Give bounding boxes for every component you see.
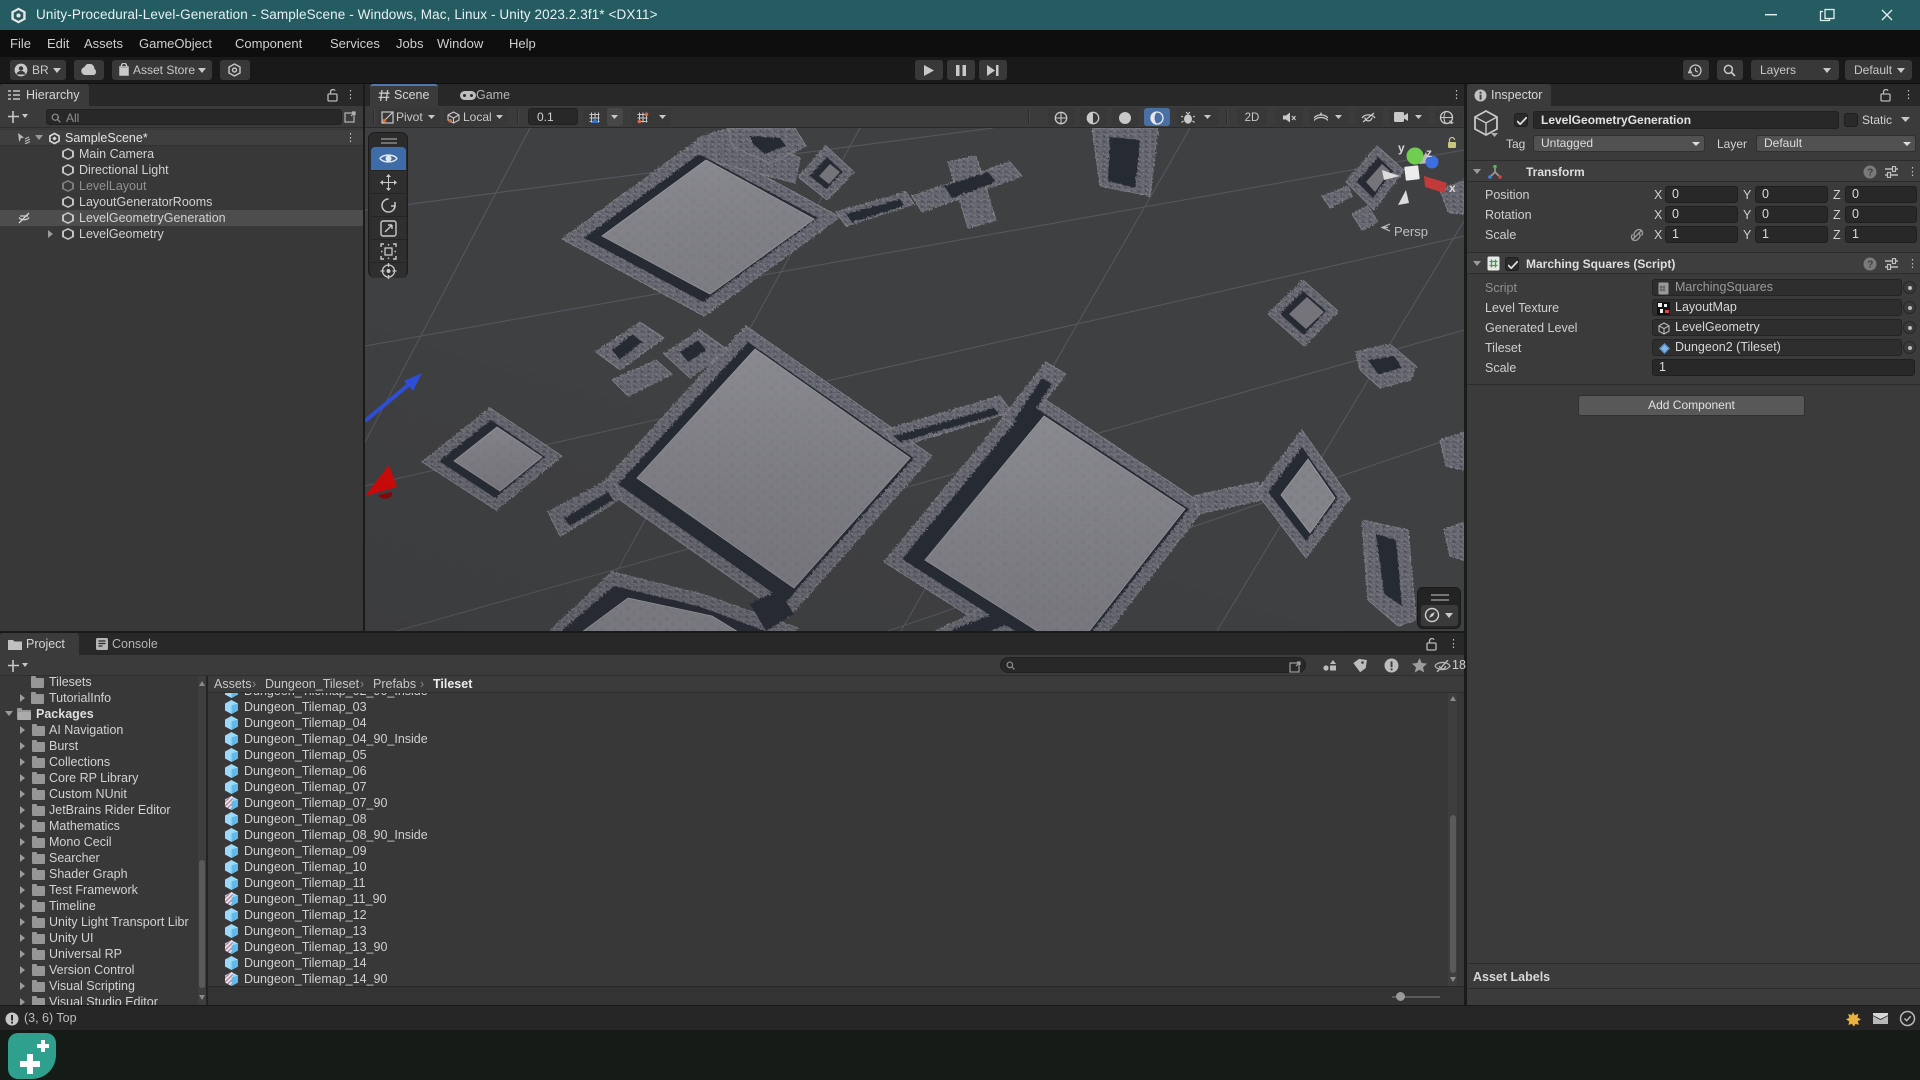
- svg-text:y: y: [1398, 141, 1405, 155]
- svg-text:z: z: [1426, 146, 1432, 160]
- svg-text:?: ?: [1867, 168, 1873, 179]
- svg-text:Persp: Persp: [1394, 224, 1428, 239]
- svg-text:?: ?: [1867, 260, 1873, 271]
- svg-text:x: x: [1449, 181, 1456, 195]
